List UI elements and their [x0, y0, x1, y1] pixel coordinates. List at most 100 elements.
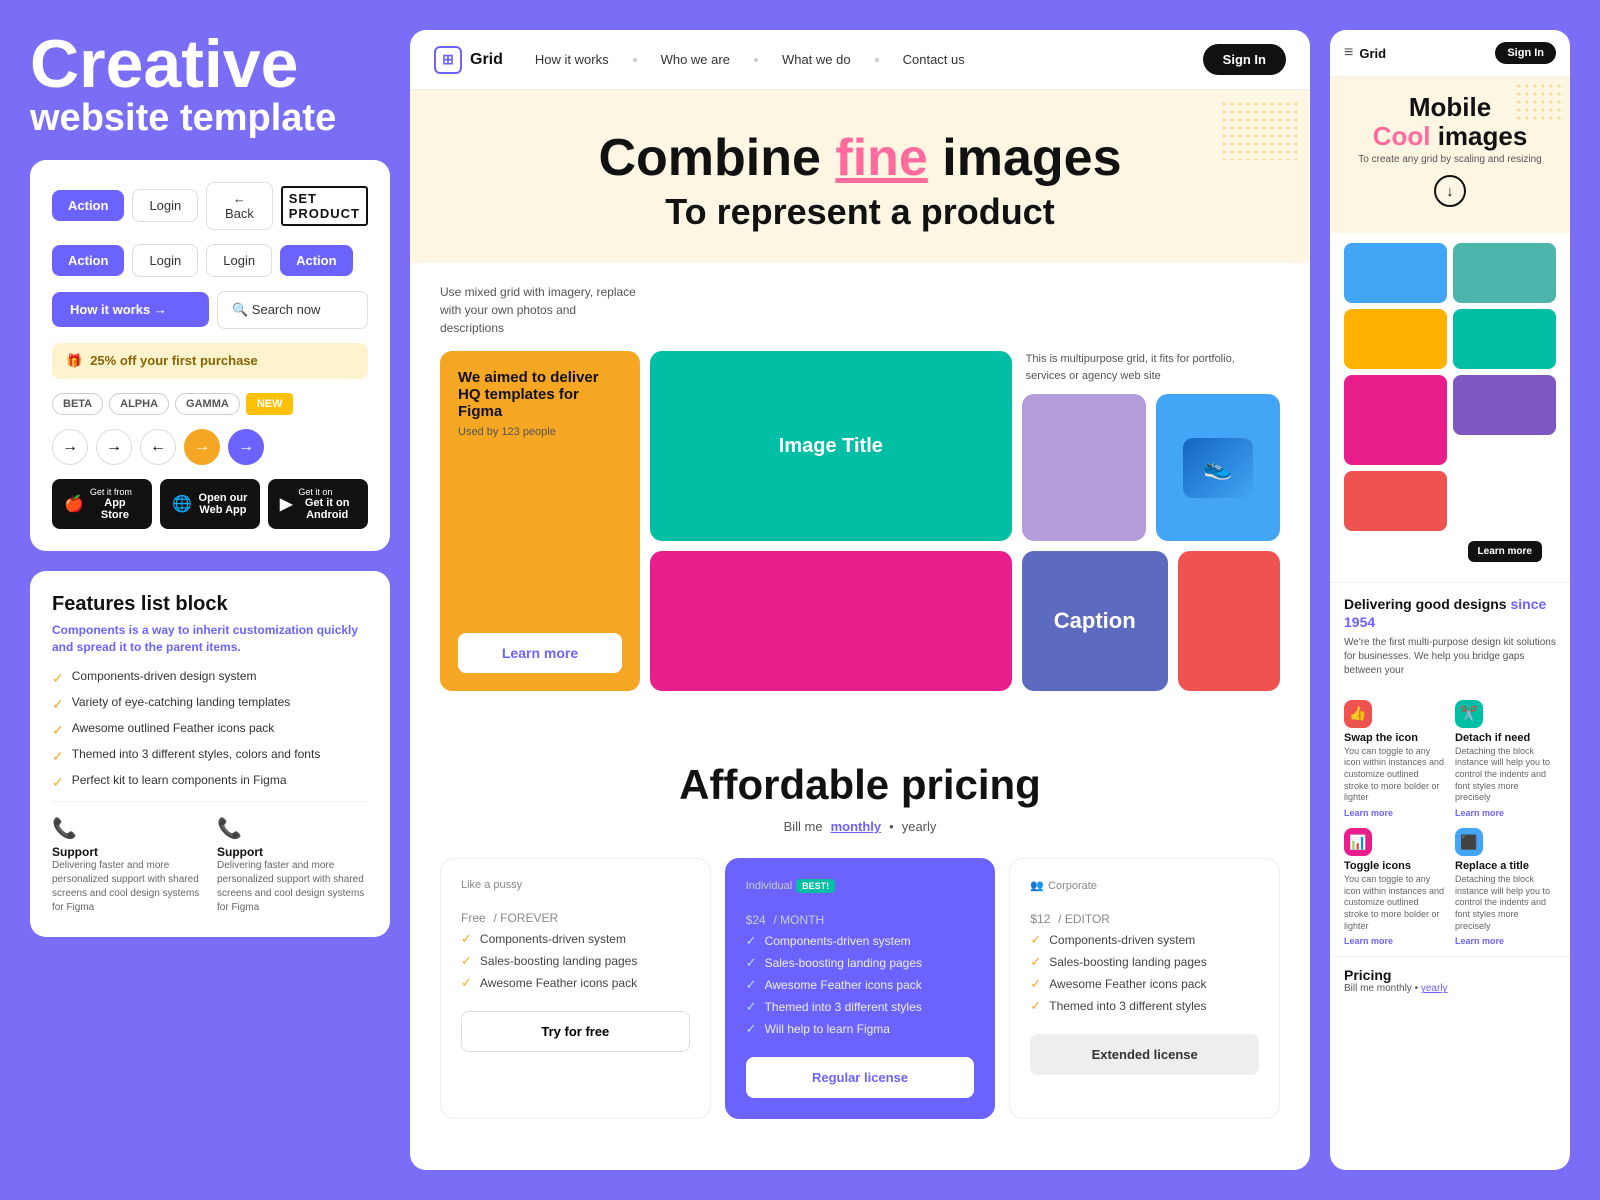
individual-plan-name: $24 / MONTH — [746, 899, 975, 931]
mobile-signin-btn[interactable]: Sign In — [1495, 42, 1556, 64]
search-btn[interactable]: 🔍 Search now — [217, 291, 368, 329]
caption-text: Caption — [1054, 608, 1136, 634]
action-btn-2[interactable]: Action — [52, 245, 124, 276]
corporate-plan-type: 👥 Corporate — [1030, 879, 1259, 892]
free-plan-name: Free / FOREVER — [461, 897, 690, 929]
mobile-hero-desc: To create any grid by scaling and resizi… — [1344, 154, 1556, 165]
learn-more-btn[interactable]: Learn more — [458, 633, 622, 673]
mobile-scroll-btn[interactable]: ↓ — [1434, 175, 1466, 207]
pricing-cards: Like a pussy Free / FOREVER ✓Components-… — [440, 858, 1280, 1119]
mobile-feature-3: 📊 Toggle icons You can toggle to any ico… — [1344, 828, 1445, 946]
ind-feat-3: ✓Awesome Feather icons pack — [746, 977, 975, 993]
check-icon-5: ✓ — [52, 774, 64, 791]
best-badge: BEST! — [796, 879, 835, 893]
login-btn-2[interactable]: Login — [132, 244, 198, 277]
individual-plan-btn[interactable]: Regular license — [746, 1057, 975, 1098]
grid-section: Use mixed grid with imagery, replace wit… — [410, 263, 1310, 721]
free-plan-card: Like a pussy Free / FOREVER ✓Components-… — [440, 858, 711, 1119]
mobile-grid — [1330, 233, 1570, 541]
mf-learn-more-2[interactable]: Learn more — [1455, 808, 1504, 818]
feature-item-2: ✓ Variety of eye-catching landing templa… — [52, 695, 368, 713]
mobile-features-grid: 👍 Swap the icon You can toggle to any ic… — [1330, 690, 1570, 957]
action-btn-3[interactable]: Action — [280, 245, 352, 276]
mobile-cell-purple — [1453, 375, 1556, 435]
mobile-text-section: Delivering good designs since 1954 We're… — [1330, 582, 1570, 689]
arrow-btn-3[interactable]: ← — [140, 429, 176, 465]
hamburger-icon[interactable]: ≡ — [1344, 44, 1353, 62]
nav-what-we-do[interactable]: What we do — [782, 52, 851, 67]
corporate-plan-btn[interactable]: Extended license — [1030, 1034, 1259, 1075]
how-it-works-btn[interactable]: How it works → — [52, 292, 209, 327]
mobile-yearly[interactable]: yearly — [1421, 983, 1448, 994]
billing-yearly[interactable]: yearly — [902, 819, 937, 834]
mf-learn-more-1[interactable]: Learn more — [1344, 808, 1393, 818]
login-btn-3[interactable]: Login — [206, 244, 272, 277]
center-panel: ⊞ Grid How it works Who we are What we d… — [410, 30, 1310, 1170]
free-feat-3: ✓Awesome Feather icons pack — [461, 975, 690, 991]
support-item-2: 📞 Support Delivering faster and more per… — [217, 816, 368, 915]
corp-feat-4: ✓Themed into 3 different styles — [1030, 998, 1259, 1014]
android-btn[interactable]: ▶ Get it on Get it on Android — [268, 479, 368, 529]
back-btn[interactable]: ← Back — [206, 182, 272, 230]
nav-signin-btn[interactable]: Sign In — [1203, 44, 1286, 75]
image-title-cell: Image Title — [650, 351, 1012, 541]
discount-banner: 🎁 25% off your first purchase — [52, 343, 368, 379]
mobile-cell-blue — [1344, 243, 1447, 303]
scissors-icon: ✂️ — [1455, 700, 1483, 728]
corporate-icon: 👥 — [1030, 879, 1044, 892]
nav-how-it-works[interactable]: How it works — [535, 52, 609, 67]
billing-monthly[interactable]: monthly — [831, 819, 882, 834]
mf-learn-more-3[interactable]: Learn more — [1344, 936, 1393, 946]
mobile-nav: ≡ Grid Sign In — [1330, 30, 1570, 77]
nav-bar: ⊞ Grid How it works Who we are What we d… — [410, 30, 1310, 90]
action-btn-1[interactable]: Action — [52, 190, 124, 221]
nav-links: How it works Who we are What we do Conta… — [535, 52, 1171, 67]
mf-learn-more-4[interactable]: Learn more — [1455, 936, 1504, 946]
arrow-btn-2[interactable]: → — [96, 429, 132, 465]
tag-new: NEW — [246, 393, 294, 415]
free-feat-1: ✓Components-driven system — [461, 931, 690, 947]
arrow-btn-1[interactable]: → — [52, 429, 88, 465]
logo-icon: ⊞ — [434, 46, 462, 74]
mobile-hero: Mobile Cool images To create any grid by… — [1330, 77, 1570, 233]
arrow-btn-4[interactable]: → — [184, 429, 220, 465]
nav-logo: ⊞ Grid — [434, 46, 503, 74]
nav-dot-3 — [875, 58, 879, 62]
mobile-pricing-title: Pricing — [1344, 967, 1556, 983]
phone-icon-2: 📞 — [217, 816, 368, 841]
individual-plan-card: Individual BEST! $24 / MONTH ✓Components… — [725, 858, 996, 1119]
feature-item-4: ✓ Themed into 3 different styles, colors… — [52, 747, 368, 765]
nav-contact-us[interactable]: Contact us — [903, 52, 965, 67]
mobile-feature-4: ⬛ Replace a title Detaching the block in… — [1455, 828, 1556, 946]
mobile-title1: Mobile — [1409, 92, 1491, 122]
corp-feat-2: ✓Sales-boosting landing pages — [1030, 954, 1259, 970]
image-grid: We aimed to deliver HQ templates for Fig… — [440, 351, 1280, 691]
apple-icon: 🍎 — [64, 494, 84, 514]
grid-left-text: Use mixed grid with imagery, replace wit… — [440, 283, 640, 337]
store-buttons: 🍎 Get it from App Store 🌐 Open our Web A… — [52, 479, 368, 529]
right-panel: ≡ Grid Sign In Mobile Cool images To cre… — [1330, 30, 1570, 1170]
corporate-plan-card: 👥 Corporate $12 / EDITOR ✓Components-dri… — [1009, 858, 1280, 1119]
tag-beta: BETA — [52, 393, 103, 415]
hero-subtitle: website template — [30, 98, 390, 140]
replace-icon: ⬛ — [1455, 828, 1483, 856]
btn-row-2: Action Login Login Action — [52, 244, 368, 277]
nav-who-we-are[interactable]: Who we are — [661, 52, 730, 67]
login-btn-1[interactable]: Login — [132, 189, 198, 222]
mobile-learn-more-btn[interactable]: Learn more — [1468, 541, 1542, 562]
ind-feat-1: ✓Components-driven system — [746, 933, 975, 949]
free-plan-btn[interactable]: Try for free — [461, 1011, 690, 1052]
lavender-cell — [1022, 394, 1146, 541]
center-hero-h2: To represent a product — [450, 191, 1270, 233]
arrow-btn-5[interactable]: → — [228, 429, 264, 465]
app-store-btn[interactable]: 🍎 Get it from App Store — [52, 479, 152, 529]
web-app-btn[interactable]: 🌐 Open our Web App — [160, 479, 260, 529]
discount-icon: 🎁 — [66, 353, 82, 369]
pricing-section: Affordable pricing Bill me monthly • yea… — [410, 721, 1310, 1149]
ind-feat-5: ✓Will help to learn Figma — [746, 1021, 975, 1037]
hero-line1-end: images — [928, 129, 1122, 187]
feature-item-3: ✓ Awesome outlined Feather icons pack — [52, 721, 368, 739]
mobile-title2-pink: Cool — [1373, 121, 1431, 151]
thumb-icon: 👍 — [1344, 700, 1372, 728]
corp-feat-1: ✓Components-driven system — [1030, 932, 1259, 948]
